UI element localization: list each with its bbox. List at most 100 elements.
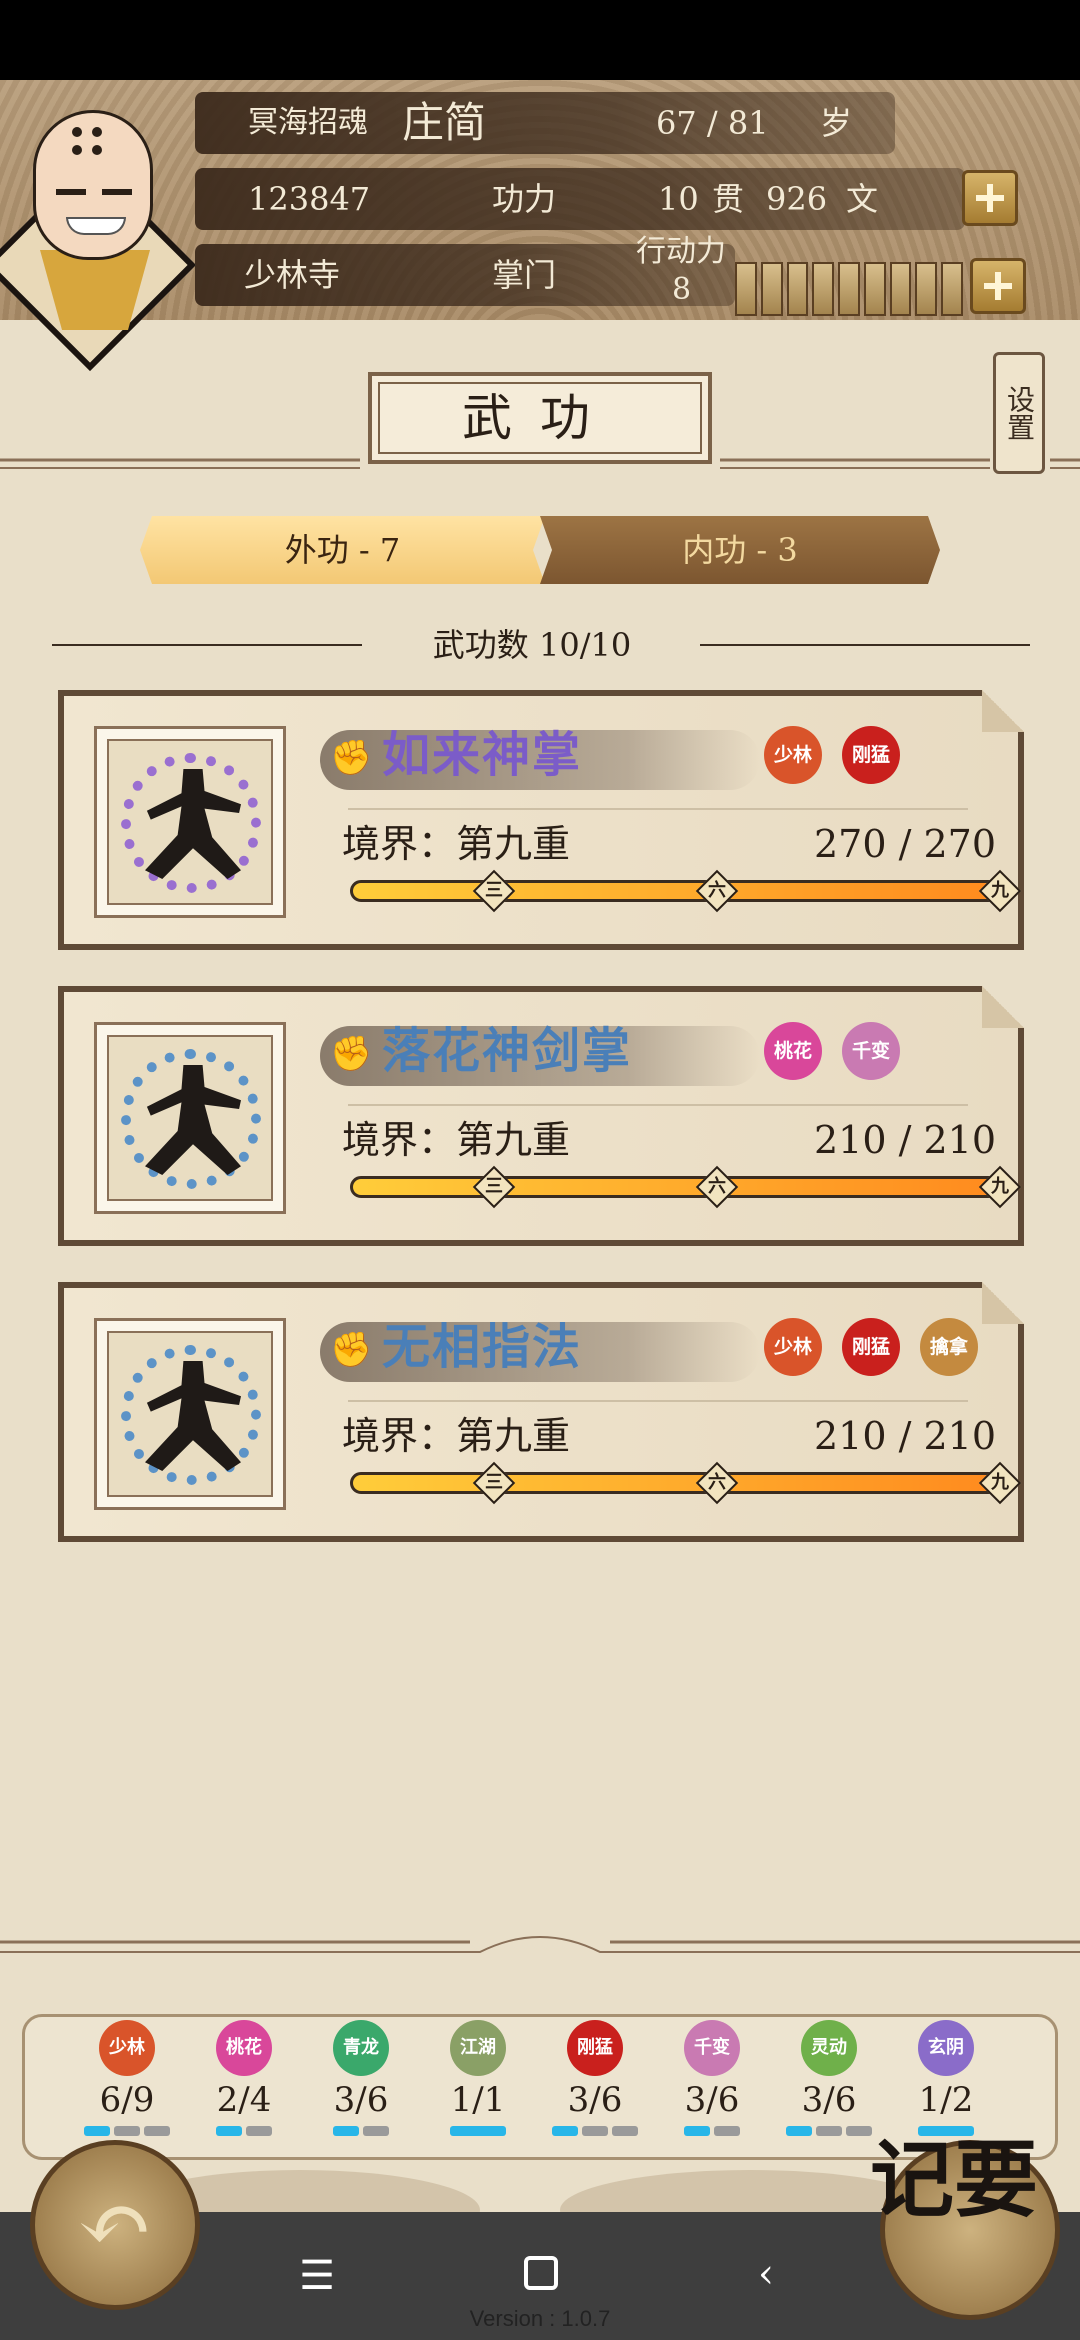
sect-pips — [82, 2126, 172, 2136]
home-icon[interactable] — [524, 2256, 558, 2290]
skill-name: 漫天花雨 — [382, 1615, 583, 1671]
sect-tag: 刚猛 — [567, 2020, 623, 2076]
palm-icon: ✊ — [330, 738, 373, 778]
sect-pip — [612, 2126, 638, 2136]
sect-pip — [450, 2126, 506, 2136]
sect-pip — [363, 2126, 389, 2136]
skill-progress: 210 / 210 — [813, 1414, 996, 1458]
sect-pip — [144, 2126, 170, 2136]
sect-pip — [786, 2126, 812, 2136]
skill-realm: 境界：第九重 — [342, 1414, 571, 1458]
sect-summary-item[interactable]: 少林 6/9 — [82, 2020, 172, 2136]
sect-tag: 灵动 — [801, 2020, 857, 2076]
realm-marker: 九 — [979, 1758, 1021, 1800]
progress-fill — [353, 1179, 1003, 1195]
skill-tag: 桃花 — [764, 1022, 822, 1080]
card-divider — [348, 808, 968, 810]
sect-pip — [684, 2126, 710, 2136]
sect-pip — [846, 2126, 872, 2136]
skill-name: 落花神剑掌 — [382, 1023, 633, 1079]
sect-tag: 桃花 — [216, 2020, 272, 2076]
skill-progress: 270 / 270 — [813, 822, 996, 866]
skill-card[interactable]: ✊ 落花神剑掌 桃花 千变 境界：第九重 210 / 210 三六九 — [58, 986, 1024, 1246]
back-arrow-icon: ↶ — [77, 2172, 153, 2277]
sect-summary-item[interactable]: 江湖 1/1 — [433, 2020, 523, 2136]
skill-tag: 少林 — [764, 1318, 822, 1376]
skill-tag: 少林 — [764, 726, 822, 784]
skill-thumbnail — [94, 1614, 286, 1806]
back-nav-icon[interactable]: ‹ — [746, 2250, 786, 2298]
skill-name: 无相指法 — [382, 1319, 583, 1375]
sect-pips — [433, 2126, 523, 2136]
sect-count: 6/9 — [99, 2080, 155, 2120]
sect-summary-item[interactable]: 青龙 3/6 — [316, 2020, 406, 2136]
palm-icon: ✊ — [330, 1034, 373, 1074]
dragon-ring — [121, 1641, 261, 1781]
sect-count: 2/4 — [216, 2080, 272, 2120]
sect-pip — [582, 2126, 608, 2136]
progress-bar — [350, 1176, 1006, 1198]
card-divider — [348, 1400, 968, 1402]
sect-count: 1/2 — [918, 2080, 974, 2120]
skill-realm: 境界：第九重 — [342, 822, 571, 866]
sect-tag: 江湖 — [450, 2020, 506, 2076]
sect-pip — [216, 2126, 242, 2136]
skill-tag: 千变 — [842, 1022, 900, 1080]
skill-tag: 刚猛 — [842, 1318, 900, 1376]
sect-pip — [246, 2126, 272, 2136]
card-fold — [982, 1874, 1024, 1916]
sect-summary-item[interactable]: 桃花 2/4 — [199, 2020, 289, 2136]
sect-pips — [550, 2126, 640, 2136]
sect-pip — [333, 2126, 359, 2136]
sect-pip — [114, 2126, 140, 2136]
memo-label: 记要 — [870, 2130, 1039, 2229]
sect-tag: 少林 — [99, 2020, 155, 2076]
progress-fill — [353, 883, 1003, 899]
sect-summary-item[interactable]: 玄阴 1/2 — [901, 2020, 991, 2136]
progress-fill — [353, 1475, 1003, 1491]
skill-thumbnail — [94, 1022, 286, 1214]
palm-icon: ✊ — [330, 1330, 373, 1370]
skill-tag: 奕豪 — [842, 1614, 900, 1672]
sect-count: 3/6 — [801, 2080, 857, 2120]
skill-tag: 刚猛 — [842, 726, 900, 784]
skill-thumbnail — [94, 726, 286, 918]
progress-fill — [353, 1771, 724, 1787]
realm-marker: 三 — [473, 1758, 515, 1800]
name-brush-stroke — [320, 1618, 760, 1678]
skill-card[interactable]: ✊ 如来神掌 少林 刚猛 境界：第九重 270 / 270 三六九 — [58, 690, 1024, 950]
card-fold — [982, 690, 1024, 732]
sect-tag: 青龙 — [333, 2020, 389, 2076]
menu-icon[interactable]: ☰ — [292, 2252, 342, 2300]
sect-pip — [816, 2126, 842, 2136]
sect-summary-item[interactable]: 千变 3/6 — [667, 2020, 757, 2136]
sect-pips — [784, 2126, 874, 2136]
card-divider — [348, 1696, 968, 1698]
realm-marker: 六 — [696, 1758, 738, 1800]
sect-tag: 玄阴 — [918, 2020, 974, 2076]
skill-card[interactable]: ⁄⁄ 漫天花雨 桃花 奕豪 境界：第六重 120 / 210 三 六 九 — [58, 1578, 1024, 1838]
card-fold — [982, 1578, 1024, 1620]
progress-bar — [350, 1768, 1006, 1790]
bottom-frame-line — [0, 1936, 1080, 1953]
sect-pip — [84, 2126, 110, 2136]
skill-tag: 擒拿 — [920, 1318, 978, 1376]
skill-list[interactable]: ✊ 如来神掌 少林 刚猛 境界：第九重 270 / 270 三六九 ✊ 落花神剑掌 桃花 千变 境界：… — [0, 0, 1080, 1916]
sect-pip — [714, 2126, 740, 2136]
skill-name: 如来神掌 — [382, 727, 583, 783]
progress-bar — [350, 880, 1006, 902]
sect-summary-item[interactable]: 灵动 3/6 — [784, 2020, 874, 2136]
skill-progress: 210 / 210 — [813, 1118, 996, 1162]
progress-bar — [350, 1472, 1006, 1494]
skill-realm: 境界：第六重 — [342, 1710, 571, 1754]
skill-card[interactable]: ✊ 无相指法 少林 刚猛 擒拿 境界：第九重 210 / 210 三六九 — [58, 1282, 1024, 1542]
sect-count: 3/6 — [567, 2080, 623, 2120]
martial-artist-figure — [145, 1657, 241, 1767]
sect-tag: 千变 — [684, 2020, 740, 2076]
sect-pips — [199, 2126, 289, 2136]
card-fold — [982, 1282, 1024, 1324]
sect-pip — [552, 2126, 578, 2136]
sect-pips — [316, 2126, 406, 2136]
sect-count: 1/1 — [450, 2080, 506, 2120]
sect-summary-item[interactable]: 刚猛 3/6 — [550, 2020, 640, 2136]
